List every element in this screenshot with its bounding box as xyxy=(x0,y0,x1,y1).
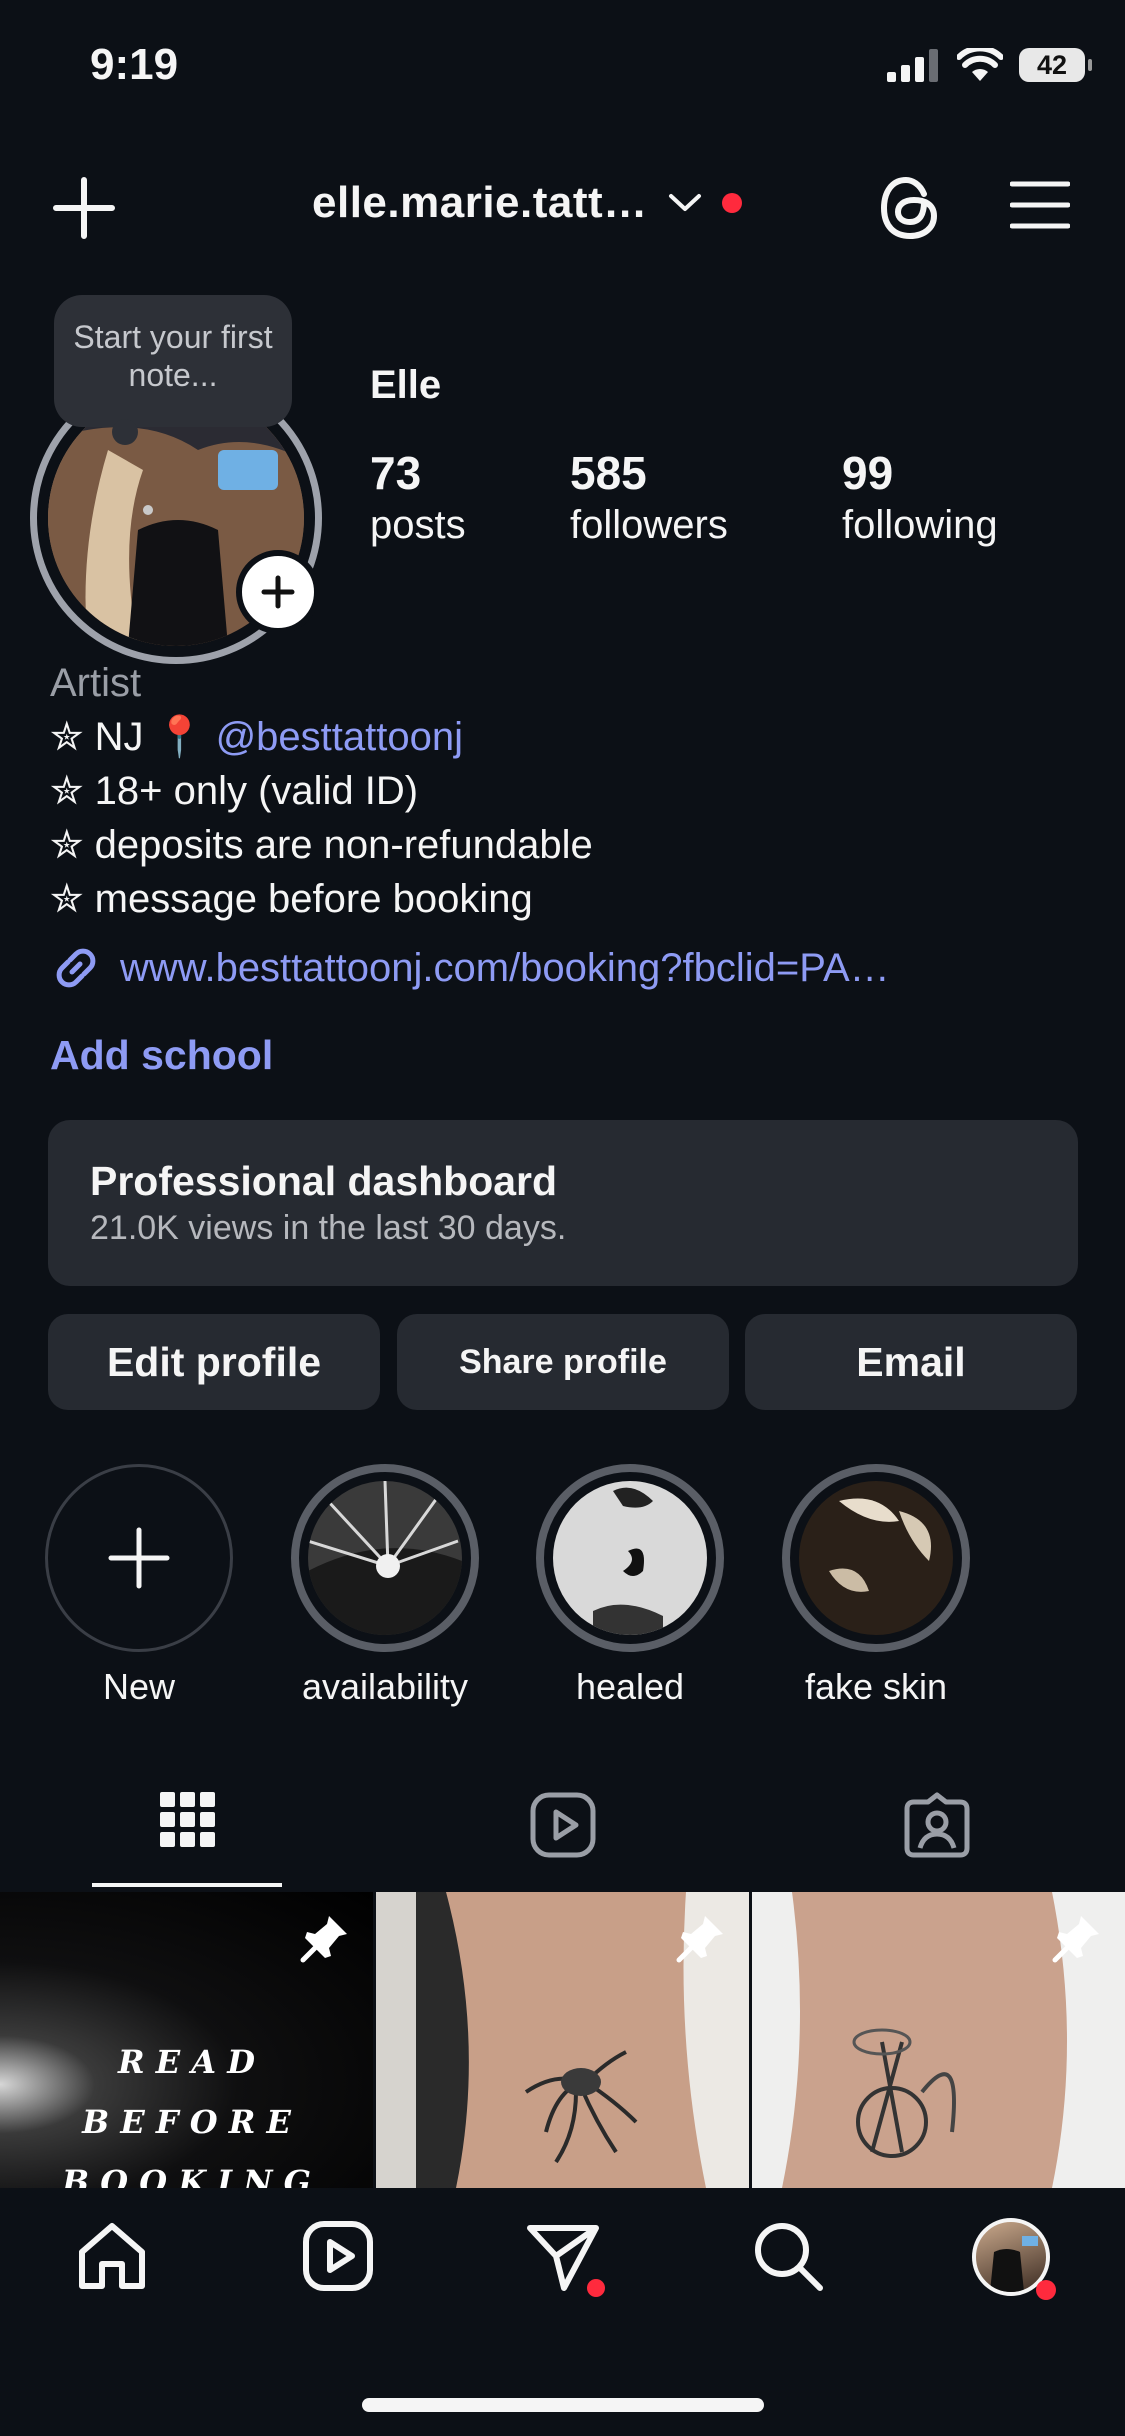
post-tile[interactable] xyxy=(376,1892,749,2188)
highlight-cover-image xyxy=(799,1481,953,1635)
display-name: Elle xyxy=(370,363,442,407)
add-story-button[interactable] xyxy=(236,550,320,634)
pin-emoji: 📍 xyxy=(154,715,205,759)
email-button[interactable]: Email xyxy=(745,1314,1077,1410)
pinned-icon xyxy=(1052,1916,1099,1963)
pinned-icon xyxy=(300,1916,347,1963)
post-tile[interactable] xyxy=(752,1892,1125,2188)
account-switcher[interactable]: elle.marie.tatt… xyxy=(312,178,742,228)
post-text-line: R E A D xyxy=(118,2043,255,2081)
dashboard-subtitle: 21.0K views in the last 30 days. xyxy=(90,1209,567,1247)
highlight-new[interactable]: New xyxy=(42,1464,236,1708)
highlight-ring xyxy=(45,1464,233,1652)
link-icon xyxy=(56,948,96,988)
pinned-icon xyxy=(676,1916,723,1963)
highlight-label: healed xyxy=(575,1666,685,1707)
plus-icon xyxy=(108,1527,170,1589)
menu-hamburger-icon[interactable] xyxy=(1010,180,1070,230)
reels-tab-icon[interactable] xyxy=(530,1792,596,1858)
highlight-cover-image xyxy=(553,1481,707,1635)
bio-category: Artist xyxy=(50,661,142,705)
threads-icon[interactable] xyxy=(878,172,942,244)
plus-icon xyxy=(261,575,295,609)
highlight-availability[interactable]: availability xyxy=(288,1464,482,1708)
stat-posts[interactable]: 73 posts xyxy=(370,446,466,550)
header-username: elle.marie.tatt… xyxy=(312,178,648,227)
stat-value: 585 xyxy=(570,447,647,499)
add-school-link[interactable]: Add school xyxy=(50,1032,273,1079)
search-icon[interactable] xyxy=(752,2220,824,2292)
messages-icon[interactable] xyxy=(526,2220,610,2300)
tagged-tab-icon[interactable] xyxy=(904,1792,970,1858)
chevron-down-icon xyxy=(668,194,701,211)
create-plus-icon[interactable] xyxy=(52,176,116,240)
home-indicator xyxy=(362,2398,764,2412)
stat-value: 99 xyxy=(842,447,894,499)
stat-label: following xyxy=(842,503,998,547)
bio-link-text: www.besttattoonj.com/booking?fbclid=PA… xyxy=(120,945,890,990)
note-bubble[interactable]: Start your first note... xyxy=(54,295,292,445)
post-overlay-text: R E A D B E F O R E B O O K I N G xyxy=(0,2032,373,2188)
notification-dot xyxy=(587,2279,605,2297)
highlight-cover-image xyxy=(308,1481,462,1635)
highlight-fake-skin[interactable]: fake skin xyxy=(779,1464,973,1708)
stat-label: posts xyxy=(370,503,466,547)
wifi-icon xyxy=(957,48,1003,81)
home-icon[interactable] xyxy=(76,2220,148,2292)
highlight-ring xyxy=(782,1464,970,1652)
post-tile[interactable]: R E A D B E F O R E B O O K I N G xyxy=(0,1892,373,2188)
stat-value: 73 xyxy=(370,447,422,499)
profile-tab-avatar-image xyxy=(990,2236,1038,2292)
status-icons: 42 xyxy=(887,48,1092,82)
bio-mention-link[interactable]: @besttattoonj xyxy=(216,715,463,759)
bio-line: ✮ message before booking xyxy=(50,877,533,921)
notification-dot xyxy=(1036,2280,1056,2300)
bio-website-link[interactable]: www.besttattoonj.com/booking?fbclid=PA… xyxy=(50,942,890,994)
active-tab-indicator xyxy=(92,1883,282,1887)
bio-line: ✮ NJ 📍 @besttattoonj xyxy=(50,710,593,764)
highlight-ring xyxy=(536,1464,724,1652)
cellular-signal-icon xyxy=(887,49,938,82)
stat-following[interactable]: 99 following xyxy=(842,446,998,550)
professional-dashboard[interactable]: Professional dashboard 21.0K views in th… xyxy=(48,1120,1078,1286)
edit-profile-button[interactable]: Edit profile xyxy=(48,1314,380,1410)
stat-label: followers xyxy=(570,503,728,547)
post-text-line: B E F O R E xyxy=(82,2103,291,2141)
dashboard-title: Professional dashboard xyxy=(90,1158,558,1204)
battery-icon: 42 xyxy=(1019,48,1092,82)
post-text-line: B O O K I N G xyxy=(62,2163,311,2188)
bio-line: ✮ 18+ only (valid ID) xyxy=(50,769,419,813)
bio-line: ✮ deposits are non-refundable xyxy=(50,823,593,867)
bio: Artist ✮ NJ 📍 @besttattoonj ✮ 18+ only (… xyxy=(50,656,593,926)
grid-tab-icon[interactable] xyxy=(160,1792,216,1848)
notification-dot xyxy=(721,193,742,213)
status-time: 9:19 xyxy=(90,40,179,89)
highlight-ring xyxy=(291,1464,479,1652)
highlight-label: availability xyxy=(301,1666,469,1707)
reels-nav-icon[interactable] xyxy=(302,2220,374,2292)
highlight-healed[interactable]: healed xyxy=(533,1464,727,1708)
highlight-label: New xyxy=(102,1666,176,1707)
highlight-label: fake skin xyxy=(804,1666,948,1707)
stat-followers[interactable]: 585 followers xyxy=(570,446,728,550)
share-profile-button[interactable]: Share profile xyxy=(397,1314,729,1410)
bio-location: ✮ NJ xyxy=(50,715,144,759)
